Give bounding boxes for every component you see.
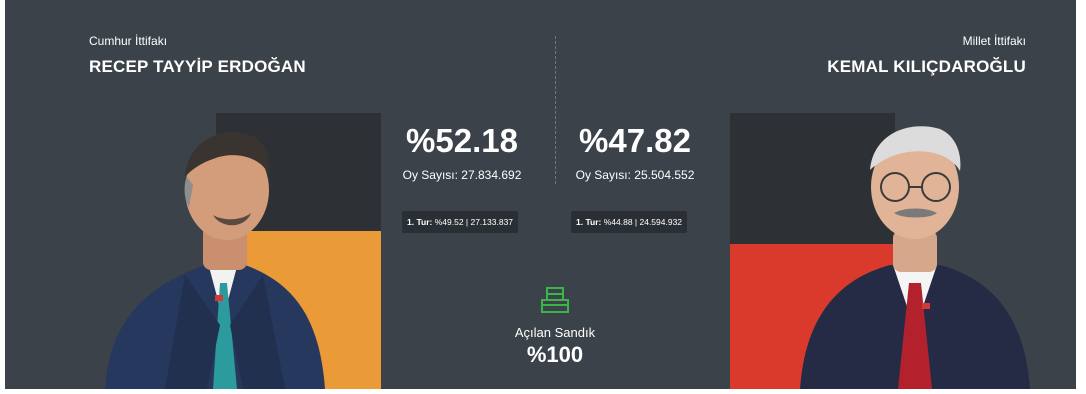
election-results-panel: Cumhur İttifakı RECEP TAYYİP ERDOĞAN Mil…: [5, 0, 1076, 389]
right-candidate-photo: [800, 126, 1030, 389]
left-round1-badge: 1. Tur: %49.52 | 27.133.837: [402, 211, 519, 233]
left-alliance-label: Cumhur İttifakı: [89, 34, 168, 48]
ballot-box-icon: [541, 287, 569, 313]
right-alliance-label: Millet İttifakı: [962, 34, 1026, 48]
left-candidate-photo: [105, 132, 325, 389]
left-vote-count: Oy Sayısı: 27.834.692: [402, 168, 522, 182]
center-divider: [555, 36, 556, 184]
right-percent: %47.82: [579, 122, 691, 159]
left-round1-value: %49.52 | 27.133.837: [434, 217, 514, 227]
right-candidate-name: KEMAL KILIÇDAROĞLU: [827, 57, 1026, 76]
right-vote-count: Oy Sayısı: 25.504.552: [575, 168, 695, 182]
left-candidate-name: RECEP TAYYİP ERDOĞAN: [89, 57, 306, 76]
ballot-opened-percent: %100: [526, 342, 584, 367]
right-round1-badge: 1. Tur: %44.88 | 24.594.932: [571, 211, 688, 233]
left-percent: %52.18: [406, 122, 518, 159]
left-round1-prefix: 1. Tur:: [407, 217, 433, 227]
right-round1-prefix: 1. Tur:: [576, 217, 602, 227]
right-round1-value: %44.88 | 24.594.932: [603, 217, 683, 227]
ballot-opened-label: Açılan Sandık: [514, 325, 596, 340]
